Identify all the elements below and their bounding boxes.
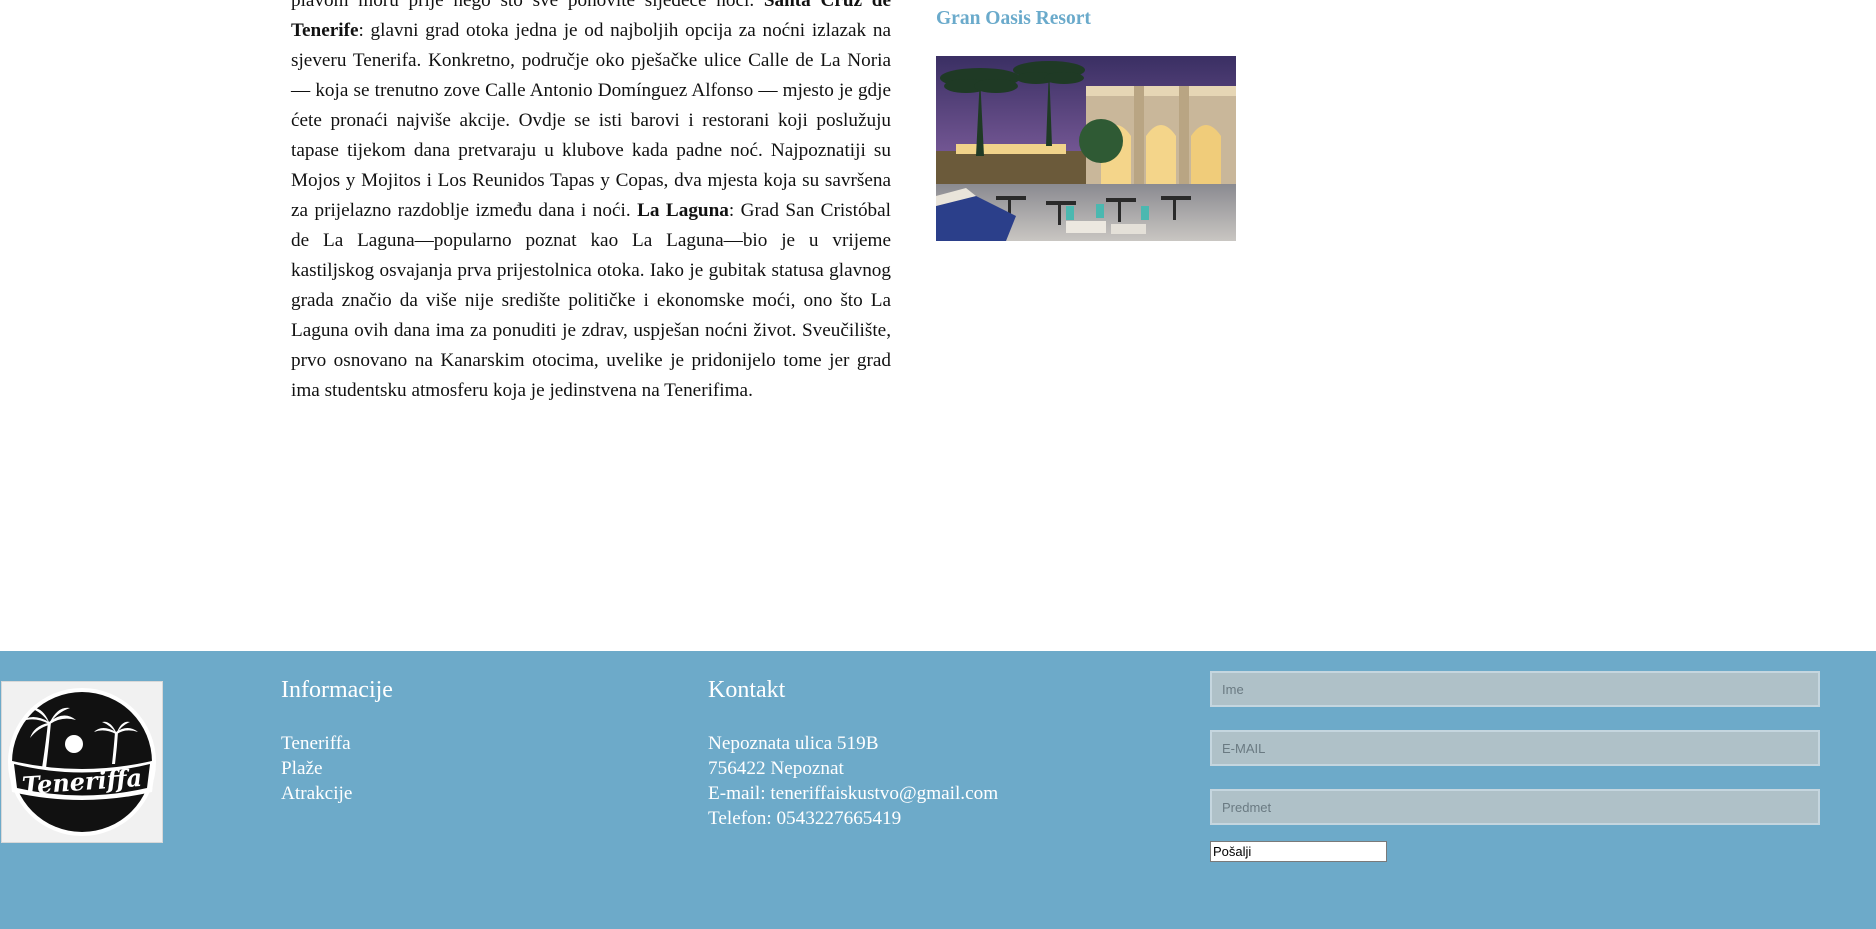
- submit-button[interactable]: Pošalji: [1210, 841, 1387, 862]
- site-logo[interactable]: Teneriffa: [1, 681, 163, 843]
- la-laguna-text: : Grad San Cristóbal de La Laguna—popula…: [291, 200, 891, 401]
- name-input[interactable]: [1210, 671, 1820, 707]
- info-link-teneriffa[interactable]: Teneriffa: [281, 733, 351, 754]
- contact-phone: Telefon: 0543227665419: [708, 808, 902, 829]
- resort-photo[interactable]: [936, 56, 1236, 241]
- santa-cruz-text: : glavni grad otoka jedna je od najbolji…: [291, 20, 891, 221]
- info-link-item: Teneriffa: [281, 731, 352, 756]
- info-link-item: Atrakcije: [281, 781, 352, 806]
- resort-photo-illustration: [936, 56, 1236, 241]
- info-link-plaze[interactable]: Plaže: [281, 758, 323, 779]
- contact-postal: 756422 Nepoznat: [708, 758, 844, 779]
- contact-address: Nepoznata ulica 519B: [708, 733, 879, 754]
- footer: Teneriffa Informacije Teneriffa Plaže At…: [0, 651, 1876, 929]
- info-heading: Informacije: [281, 677, 393, 703]
- info-link-atrakcije[interactable]: Atrakcije: [281, 783, 352, 804]
- la-laguna-heading: La Laguna: [637, 200, 729, 221]
- article-paragraph: plavom moru prije nego što sve ponovite …: [291, 0, 891, 406]
- subject-input[interactable]: [1210, 789, 1820, 825]
- info-link-item: Plaže: [281, 756, 352, 781]
- email-input[interactable]: [1210, 730, 1820, 766]
- contact-heading: Kontakt: [708, 677, 786, 703]
- contact-details: Nepoznata ulica 519B 756422 Nepoznat E-m…: [708, 731, 998, 831]
- teneriffa-logo-icon: Teneriffa: [8, 688, 156, 836]
- article-text-start: plavom moru prije nego što sve ponovite …: [291, 0, 755, 11]
- article-body: plavom moru prije nego što sve ponovite …: [291, 0, 891, 406]
- info-links: Teneriffa Plaže Atrakcije: [281, 731, 352, 806]
- page: plavom moru prije nego što sve ponovite …: [0, 0, 1876, 929]
- contact-email: E-mail: teneriffaiskustvo@gmail.com: [708, 783, 999, 804]
- resort-title-link[interactable]: Gran Oasis Resort: [936, 8, 1091, 30]
